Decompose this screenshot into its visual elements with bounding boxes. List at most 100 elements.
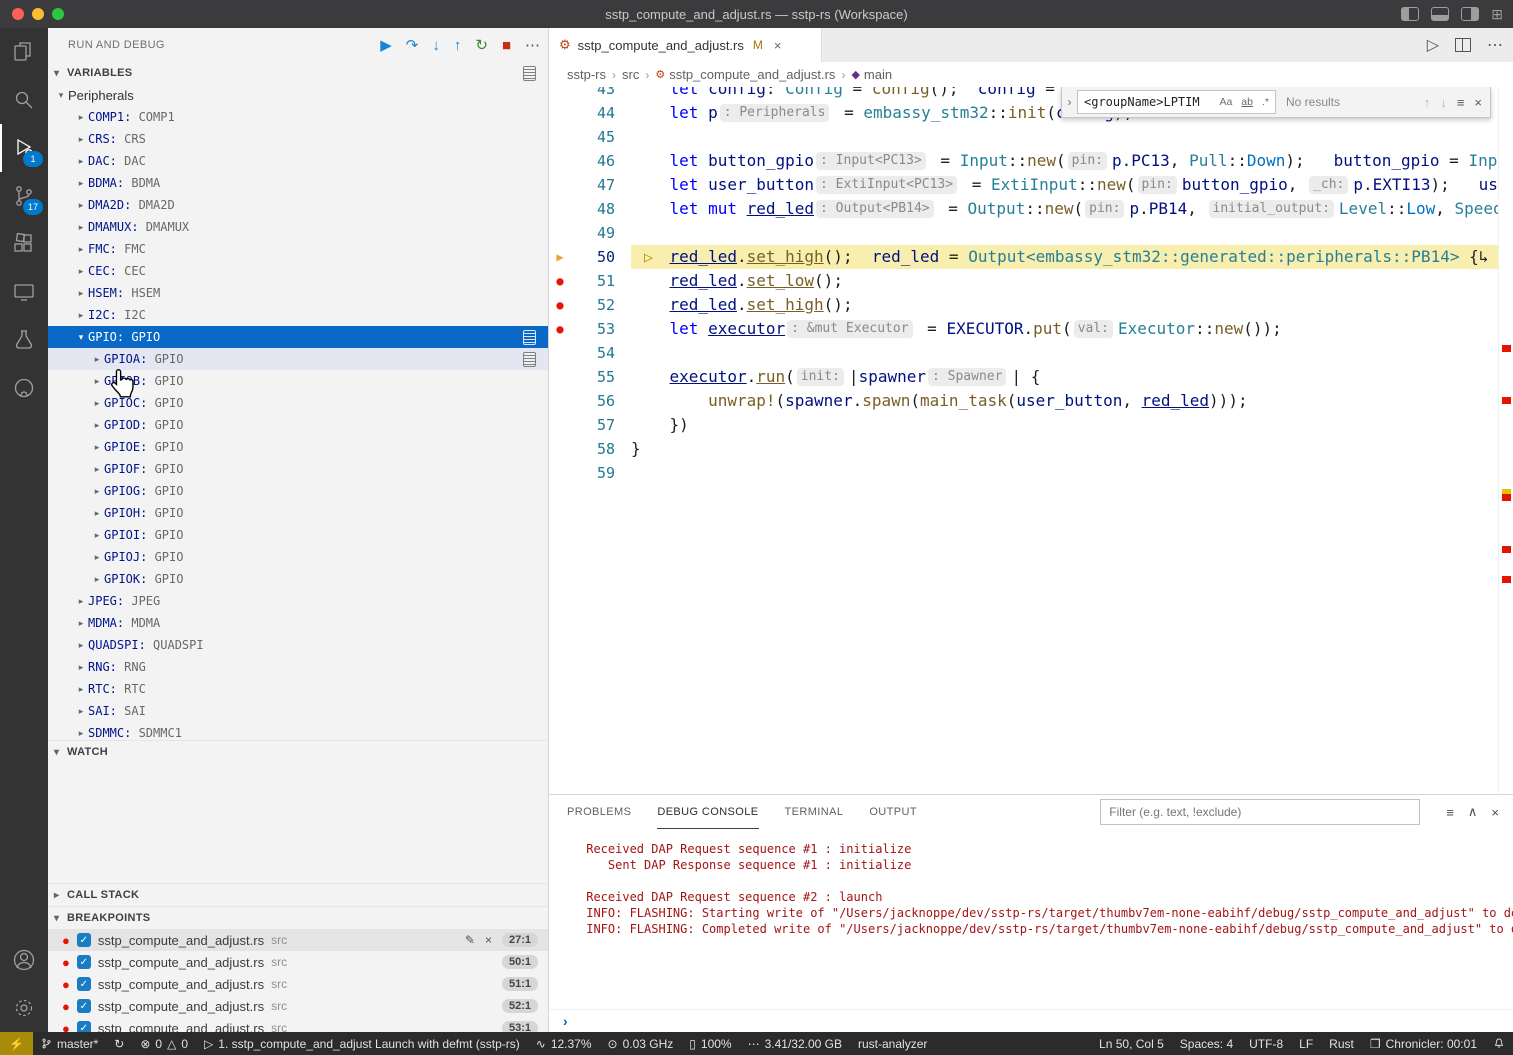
breadcrumb-item[interactable]: main xyxy=(864,67,892,82)
code-line-54[interactable]: 54 xyxy=(549,341,1499,365)
breakpoint-row-27-1[interactable]: ●✓sstp_compute_and_adjust.rssrc✎×27:1 xyxy=(48,929,548,951)
status-sync[interactable]: ↻ xyxy=(106,1032,132,1055)
variable-row-crs[interactable]: ▸CRS: CRS xyxy=(48,128,548,150)
variable-row-gpiok[interactable]: ▸GPIOK: GPIO xyxy=(48,568,548,590)
panel-tab-problems[interactable]: PROBLEMS xyxy=(567,795,631,829)
variable-row-peripherals[interactable]: ▾Peripherals xyxy=(48,84,548,106)
variable-row-cec[interactable]: ▸CEC: CEC xyxy=(48,260,548,282)
view-binary-icon[interactable] xyxy=(523,330,536,345)
breakpoint-indicator[interactable]: ● xyxy=(549,298,571,312)
stop-icon[interactable]: ■ xyxy=(502,37,511,54)
whole-word-icon[interactable]: ab xyxy=(1238,95,1256,109)
variable-row-rtc[interactable]: ▸RTC: RTC xyxy=(48,678,548,700)
variable-row-gpio[interactable]: ▾GPIO: GPIO xyxy=(48,326,548,348)
step-out-icon[interactable]: ↑ xyxy=(454,37,462,54)
find-input[interactable] xyxy=(1084,95,1213,109)
status-cpu-usage[interactable]: ∿12.37% xyxy=(528,1032,600,1055)
status-rust-analyzer[interactable]: rust-analyzer xyxy=(850,1032,935,1055)
step-over-icon[interactable]: ↷ xyxy=(406,36,419,54)
activity-settings-icon[interactable] xyxy=(0,984,48,1032)
match-case-icon[interactable]: Aa xyxy=(1216,95,1235,109)
variables-section-header[interactable]: ▾ VARIABLES xyxy=(48,62,548,84)
variable-row-hsem[interactable]: ▸HSEM: HSEM xyxy=(48,282,548,304)
status-memory[interactable]: ⋯3.41/32.00 GB xyxy=(740,1032,850,1055)
minimize-window-button[interactable] xyxy=(32,8,44,20)
toggle-secondary-sidebar-icon[interactable] xyxy=(1461,7,1479,21)
variable-row-gpiod[interactable]: ▸GPIOD: GPIO xyxy=(48,414,548,436)
variable-row-mdma[interactable]: ▸MDMA: MDMA xyxy=(48,612,548,634)
more-actions-icon[interactable]: ⋯ xyxy=(1487,35,1503,55)
variable-row-gpioc[interactable]: ▸GPIOC: GPIO xyxy=(48,392,548,414)
code-line-46[interactable]: 46 let button_gpio: Input<PC13> = Input:… xyxy=(549,149,1499,173)
toggle-panel-icon[interactable] xyxy=(1431,7,1449,21)
activity-github-icon[interactable] xyxy=(0,364,48,412)
console-filter-input[interactable] xyxy=(1100,799,1420,825)
status-chronicler[interactable]: ❐Chronicler: 00:01 xyxy=(1362,1032,1485,1055)
split-editor-icon[interactable] xyxy=(1455,38,1471,52)
panel-tab-debug-console[interactable]: DEBUG CONSOLE xyxy=(657,795,758,829)
continue-icon[interactable]: ▶ xyxy=(380,36,392,54)
code-line-50[interactable]: ▶50▷ red_led.set_high(); red_led = Outpu… xyxy=(549,245,1499,269)
status-cursor-position[interactable]: Ln 50, Col 5 xyxy=(1091,1032,1172,1055)
remove-breakpoint-icon[interactable]: × xyxy=(485,933,492,947)
code-line-51[interactable]: ●51 red_led.set_low(); xyxy=(549,269,1499,293)
close-panel-icon[interactable]: × xyxy=(1491,805,1499,820)
status-debug-launch[interactable]: ▷1. sstp_compute_and_adjust Launch with … xyxy=(196,1032,528,1055)
code-line-52[interactable]: ●52 red_led.set_high(); xyxy=(549,293,1499,317)
breakpoint-checkbox[interactable]: ✓ xyxy=(77,955,91,969)
next-match-icon[interactable]: ↓ xyxy=(1440,95,1447,110)
breakpoint-row-50-1[interactable]: ●✓sstp_compute_and_adjust.rssrc50:1 xyxy=(48,951,548,973)
watch-section-header[interactable]: ▾ WATCH xyxy=(48,740,548,763)
code-editor[interactable]: 43 let config: Config = config(); config… xyxy=(549,87,1513,794)
variable-row-gpioa[interactable]: ▸GPIOA: GPIO xyxy=(48,348,548,370)
breadcrumb-item[interactable]: src xyxy=(622,67,639,82)
regex-icon[interactable]: .* xyxy=(1259,95,1272,109)
variable-row-gpioj[interactable]: ▸GPIOJ: GPIO xyxy=(48,546,548,568)
current-statement-icon[interactable]: ▶ xyxy=(549,250,571,264)
close-tab-icon[interactable]: × xyxy=(774,38,782,53)
panel-tab-terminal[interactable]: TERMINAL xyxy=(785,795,844,829)
variable-row-dac[interactable]: ▸DAC: DAC xyxy=(48,150,548,172)
run-or-debug-icon[interactable]: ▷ xyxy=(1427,35,1439,55)
code-line-58[interactable]: 58} xyxy=(549,437,1499,461)
breadcrumb-item[interactable]: sstp_compute_and_adjust.rs xyxy=(669,67,835,82)
code-line-59[interactable]: 59 xyxy=(549,461,1499,485)
breakpoint-row-53-1[interactable]: ●✓sstp_compute_and_adjust.rssrc53:1 xyxy=(48,1017,548,1032)
status-battery[interactable]: ▯100% xyxy=(681,1032,739,1055)
variable-row-rng[interactable]: ▸RNG: RNG xyxy=(48,656,548,678)
activity-remote-explorer-icon[interactable] xyxy=(0,268,48,316)
call-stack-section-header[interactable]: ▸ CALL STACK xyxy=(48,883,548,906)
breakpoint-row-51-1[interactable]: ●✓sstp_compute_and_adjust.rssrc51:1 xyxy=(48,973,548,995)
code-line-45[interactable]: 45 xyxy=(549,125,1499,149)
status-cpu-frequency[interactable]: ⊙0.03 GHz xyxy=(600,1032,682,1055)
close-window-button[interactable] xyxy=(12,8,24,20)
activity-extensions-icon[interactable] xyxy=(0,220,48,268)
status-git-branch[interactable]: master* xyxy=(33,1032,106,1055)
variable-row-gpiog[interactable]: ▸GPIOG: GPIO xyxy=(48,480,548,502)
variable-row-gpioi[interactable]: ▸GPIOI: GPIO xyxy=(48,524,548,546)
activity-search-icon[interactable] xyxy=(0,76,48,124)
code-line-56[interactable]: 56 unwrap!(spawner.spawn(main_task(user_… xyxy=(549,389,1499,413)
variable-row-quadspi[interactable]: ▸QUADSPI: QUADSPI xyxy=(48,634,548,656)
breadcrumb-item[interactable]: sstp-rs xyxy=(567,67,606,82)
status-indentation[interactable]: Spaces: 4 xyxy=(1172,1032,1241,1055)
breakpoint-checkbox[interactable]: ✓ xyxy=(77,977,91,991)
variable-row-i2c[interactable]: ▸I2C: I2C xyxy=(48,304,548,326)
step-into-icon[interactable]: ↓ xyxy=(432,37,440,54)
status-eol[interactable]: LF xyxy=(1291,1032,1321,1055)
status-notifications[interactable] xyxy=(1485,1032,1513,1055)
variable-row-jpeg[interactable]: ▸JPEG: JPEG xyxy=(48,590,548,612)
debug-console-input[interactable]: › xyxy=(549,1009,1513,1032)
code-line-48[interactable]: 48 let mut red_led: Output<PB14> = Outpu… xyxy=(549,197,1499,221)
code-line-55[interactable]: 55 executor.run(init:|spawner: Spawner| … xyxy=(549,365,1499,389)
customize-layout-icon[interactable]: ⊞ xyxy=(1491,8,1503,20)
restart-icon[interactable]: ↻ xyxy=(475,36,488,54)
edit-breakpoint-icon[interactable]: ✎ xyxy=(465,933,475,947)
toggle-replace-icon[interactable]: › xyxy=(1062,95,1077,109)
activity-run-debug-icon[interactable]: 1 xyxy=(0,124,48,172)
status-remote[interactable]: ⚡ xyxy=(0,1032,33,1055)
close-find-icon[interactable]: × xyxy=(1474,95,1482,110)
previous-match-icon[interactable]: ↑ xyxy=(1424,95,1431,110)
view-binary-icon[interactable] xyxy=(523,352,536,367)
panel-tab-output[interactable]: OUTPUT xyxy=(869,795,917,829)
